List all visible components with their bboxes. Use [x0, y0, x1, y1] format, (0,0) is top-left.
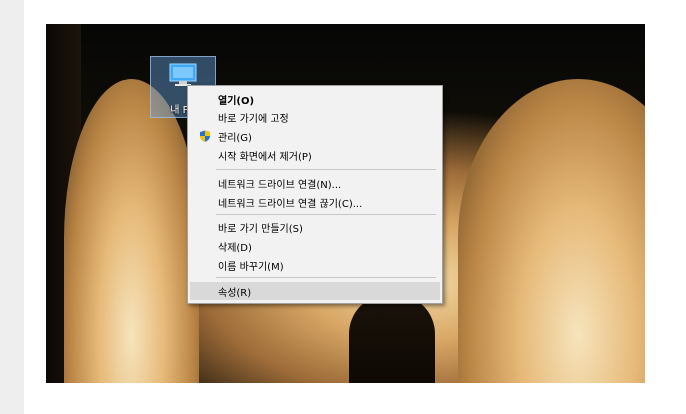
menu-item-label: 바로 가기에 고정 — [218, 113, 289, 125]
menu-item-properties[interactable]: 속성(R) — [190, 282, 440, 300]
left-page-strip — [0, 0, 24, 414]
menu-item-pin-quick-access[interactable]: 바로 가기에 고정 — [190, 108, 440, 126]
menu-separator — [216, 169, 436, 170]
menu-item-create-shortcut[interactable]: 바로 가기 만들기(S) — [190, 218, 440, 236]
wallpaper-center-pillar — [349, 294, 435, 383]
menu-item-disconnect-network-drive[interactable]: 네트워크 드라이브 연결 끊기(C)... — [190, 193, 440, 211]
menu-item-unpin-start[interactable]: 시작 화면에서 제거(P) — [190, 146, 440, 164]
menu-item-map-network-drive[interactable]: 네트워크 드라이브 연결(N)... — [190, 174, 440, 192]
menu-item-label: 시작 화면에서 제거(P) — [218, 151, 312, 163]
menu-item-label: 열기(O) — [218, 95, 255, 107]
shield-icon — [200, 130, 210, 142]
context-menu: 열기(O) 바로 가기에 고정 관리(G) 시작 화면에서 제거(P) 네트워크… — [187, 85, 443, 304]
menu-item-label: 네트워크 드라이브 연결 끊기(C)... — [218, 198, 363, 210]
menu-item-label: 이름 바꾸기(M) — [218, 261, 284, 273]
wallpaper-arch-left — [64, 79, 199, 383]
wallpaper-arch-right — [458, 79, 645, 383]
menu-item-label: 관리(G) — [218, 132, 252, 144]
menu-item-open[interactable]: 열기(O) — [190, 90, 440, 108]
menu-item-label: 삭제(D) — [218, 242, 252, 254]
menu-separator — [216, 214, 436, 215]
menu-item-rename[interactable]: 이름 바꾸기(M) — [190, 256, 440, 274]
menu-item-label: 속성(R) — [218, 287, 252, 299]
menu-item-delete[interactable]: 삭제(D) — [190, 237, 440, 255]
menu-item-manage[interactable]: 관리(G) — [190, 127, 440, 145]
menu-item-label: 네트워크 드라이브 연결(N)... — [218, 179, 342, 191]
menu-item-label: 바로 가기 만들기(S) — [218, 223, 303, 235]
menu-separator — [216, 277, 436, 278]
